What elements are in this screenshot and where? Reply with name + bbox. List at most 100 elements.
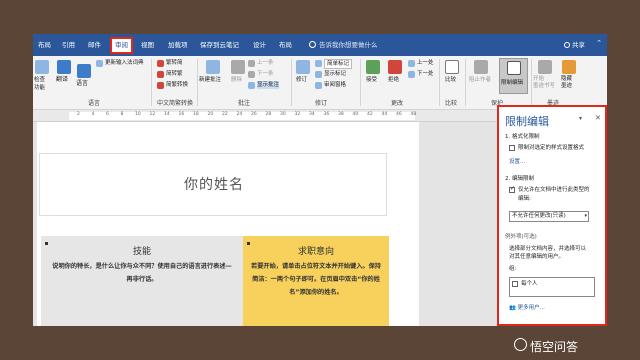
ruler-tick: 30 <box>280 112 286 117</box>
ruler-tick: 10 <box>135 112 141 117</box>
user-list[interactable]: 每个人 <box>509 277 595 297</box>
horizontal-ruler[interactable]: 2 4 6 8 10 12 14 16 18 20 22 24 26 28 30 32 34 36 38 40 42 44… <box>33 110 497 122</box>
group-label-changes: 更改 <box>391 100 404 107</box>
delete-comment-icon[interactable] <box>231 60 245 74</box>
restrict-editing-label: 限制编辑 <box>501 80 524 86</box>
panel-options-icon[interactable]: ▾ <box>579 115 582 122</box>
vertical-scrollbar[interactable] <box>421 122 429 326</box>
show-markup-icon <box>315 71 322 78</box>
start-inking-icon[interactable] <box>538 60 552 74</box>
tab-references[interactable]: 引用 <box>59 39 78 52</box>
document-page[interactable]: 你的姓名 技能 说明你的特长，是什么让你与众不同？使用自己的语言进行表述—再非行… <box>37 122 419 326</box>
tab-addins[interactable]: 加载项 <box>165 39 191 52</box>
restrict-editing-button[interactable]: 限制编辑 <box>499 58 528 94</box>
ruler-tick: 4 <box>91 112 95 117</box>
prev-change-button[interactable]: 上一处 <box>417 59 434 67</box>
trad-to-simp-icon <box>157 60 164 67</box>
group-label-tracking: 修订 <box>315 100 328 107</box>
show-comments-icon <box>248 82 255 89</box>
show-comments-button[interactable]: 显示批注 <box>257 81 280 89</box>
delete-label: 删除 <box>231 77 243 83</box>
ruler-tick: 24 <box>236 112 243 117</box>
check-func-label: 检查 功能 <box>34 77 46 91</box>
trad-to-simp-button[interactable]: 繁转简 <box>166 59 183 67</box>
tab-layout[interactable]: 布局 <box>35 39 54 52</box>
tab-save-cloud[interactable]: 保存到云笔记 <box>197 39 242 52</box>
next-change-button[interactable]: 下一处 <box>417 70 434 78</box>
ribbon-tab-bar: 布局 引用 邮件 审阅 视图 加载项 保存到云笔记 设计 布局 告诉我你想要做什… <box>33 34 607 56</box>
next-comment-button[interactable]: 下一条 <box>257 70 274 78</box>
objective-cell[interactable]: 求职意向 若要开始，请单击占位符文本并开始键入。保持简洁：一两个句子即可。在页眉… <box>243 236 389 326</box>
tab-table-layout[interactable]: 布局 <box>276 39 295 52</box>
chevron-down-icon: ▾ <box>584 213 587 219</box>
tab-review[interactable]: 审阅 <box>110 37 133 54</box>
tab-mailings[interactable]: 邮件 <box>85 39 104 52</box>
next-comment-icon <box>248 71 255 78</box>
exceptions-desc-2: 对其任意编辑的用户。 <box>509 254 565 260</box>
ruler-tick: 14 <box>164 112 170 117</box>
exceptions-heading: 例外项(可选) <box>505 234 537 240</box>
allow-only-checkbox[interactable]: ✓ <box>509 185 515 193</box>
skills-cell[interactable]: 技能 说明你的特长，是什么让你与众不同？使用自己的语言进行表述—再非行话。 <box>41 236 243 326</box>
ruler-tick: 16 <box>178 112 185 117</box>
ruler-tick: 2 <box>77 112 80 117</box>
exceptions-desc-1: 选择部分文档内容，并选择可以 <box>509 246 587 252</box>
skills-body: 说明你的特长，是什么让你与众不同？使用自己的语言进行表述—再非行话。 <box>52 263 232 283</box>
ruler-tick: 32 <box>294 112 301 117</box>
compare-label: 比较 <box>445 77 457 83</box>
person-icon <box>564 42 570 48</box>
ruler-tick: 34 <box>309 112 315 117</box>
share-button[interactable]: 共享 <box>564 39 585 49</box>
show-markup-button[interactable]: 显示标记 <box>324 70 346 78</box>
new-comment-icon[interactable] <box>206 60 220 74</box>
tab-view[interactable]: 视图 <box>138 39 157 52</box>
accept-icon[interactable] <box>366 60 380 74</box>
translate-label: 翻译 <box>56 76 69 83</box>
reject-label: 拒绝 <box>388 77 400 83</box>
ruler-tick: 36 <box>323 112 330 117</box>
close-icon[interactable]: ✕ <box>595 114 601 122</box>
new-comment-label: 新建批注 <box>199 77 222 83</box>
everyone-label: 每个人 <box>521 281 538 287</box>
editing-type-select[interactable]: 不允许任何更改(只读) ▾ <box>509 211 589 222</box>
block-authors-icon[interactable] <box>474 60 488 74</box>
hide-ink-icon[interactable] <box>562 60 576 74</box>
track-changes-icon[interactable] <box>296 60 310 74</box>
ruler-tick: 22 <box>222 112 228 117</box>
translate-icon[interactable] <box>57 60 71 74</box>
limit-format-checkbox[interactable] <box>509 145 515 151</box>
reviewing-pane-icon <box>315 82 322 89</box>
name-placeholder[interactable]: 你的姓名 <box>40 174 388 194</box>
collapse-ribbon-icon[interactable]: ⌃ <box>596 39 602 47</box>
add-user-icon: 👥 <box>509 305 518 311</box>
group-separator <box>197 59 198 106</box>
markup-select[interactable]: 简单标记 <box>324 59 353 69</box>
edit-word-label: 编辑: <box>518 196 531 202</box>
everyone-checkbox[interactable] <box>512 281 518 287</box>
group-separator <box>531 59 532 106</box>
check-accessibility-icon[interactable] <box>35 60 49 74</box>
reviewing-pane-button[interactable]: 审阅窗格 <box>324 81 346 89</box>
prev-comment-button[interactable]: 上一条 <box>257 59 274 67</box>
group-separator <box>360 59 361 106</box>
group-label-chinese-conv: 中文简繁转换 <box>157 100 194 107</box>
update-ime-button[interactable]: 更新输入法词典 <box>105 59 144 67</box>
tab-design[interactable]: 设计 <box>250 39 269 52</box>
convert-button[interactable]: 简繁转换 <box>166 81 188 89</box>
tell-me-search[interactable]: 告诉我你想要做什么 <box>309 39 378 49</box>
compare-icon[interactable] <box>445 60 459 74</box>
ruler-tick: 20 <box>207 112 214 117</box>
settings-link[interactable]: 设置... <box>509 157 525 165</box>
ruler-tick: 42 <box>367 112 373 117</box>
start-inking-label: 开始 墨迹书写 <box>533 76 556 89</box>
convert-icon <box>157 82 164 89</box>
ruler-tick: 26 <box>251 112 257 117</box>
simp-to-trad-button[interactable]: 简转繁 <box>166 70 183 78</box>
reject-icon[interactable] <box>388 60 402 74</box>
lightbulb-icon <box>309 41 316 48</box>
name-header-box[interactable]: 你的姓名 <box>39 153 387 216</box>
simple-markup-icon <box>315 60 322 67</box>
more-users-link[interactable]: 👥 更多用户... <box>509 303 545 311</box>
language-icon[interactable] <box>77 64 91 78</box>
section-editing-restrictions: 2. 编辑限制 <box>505 176 534 182</box>
